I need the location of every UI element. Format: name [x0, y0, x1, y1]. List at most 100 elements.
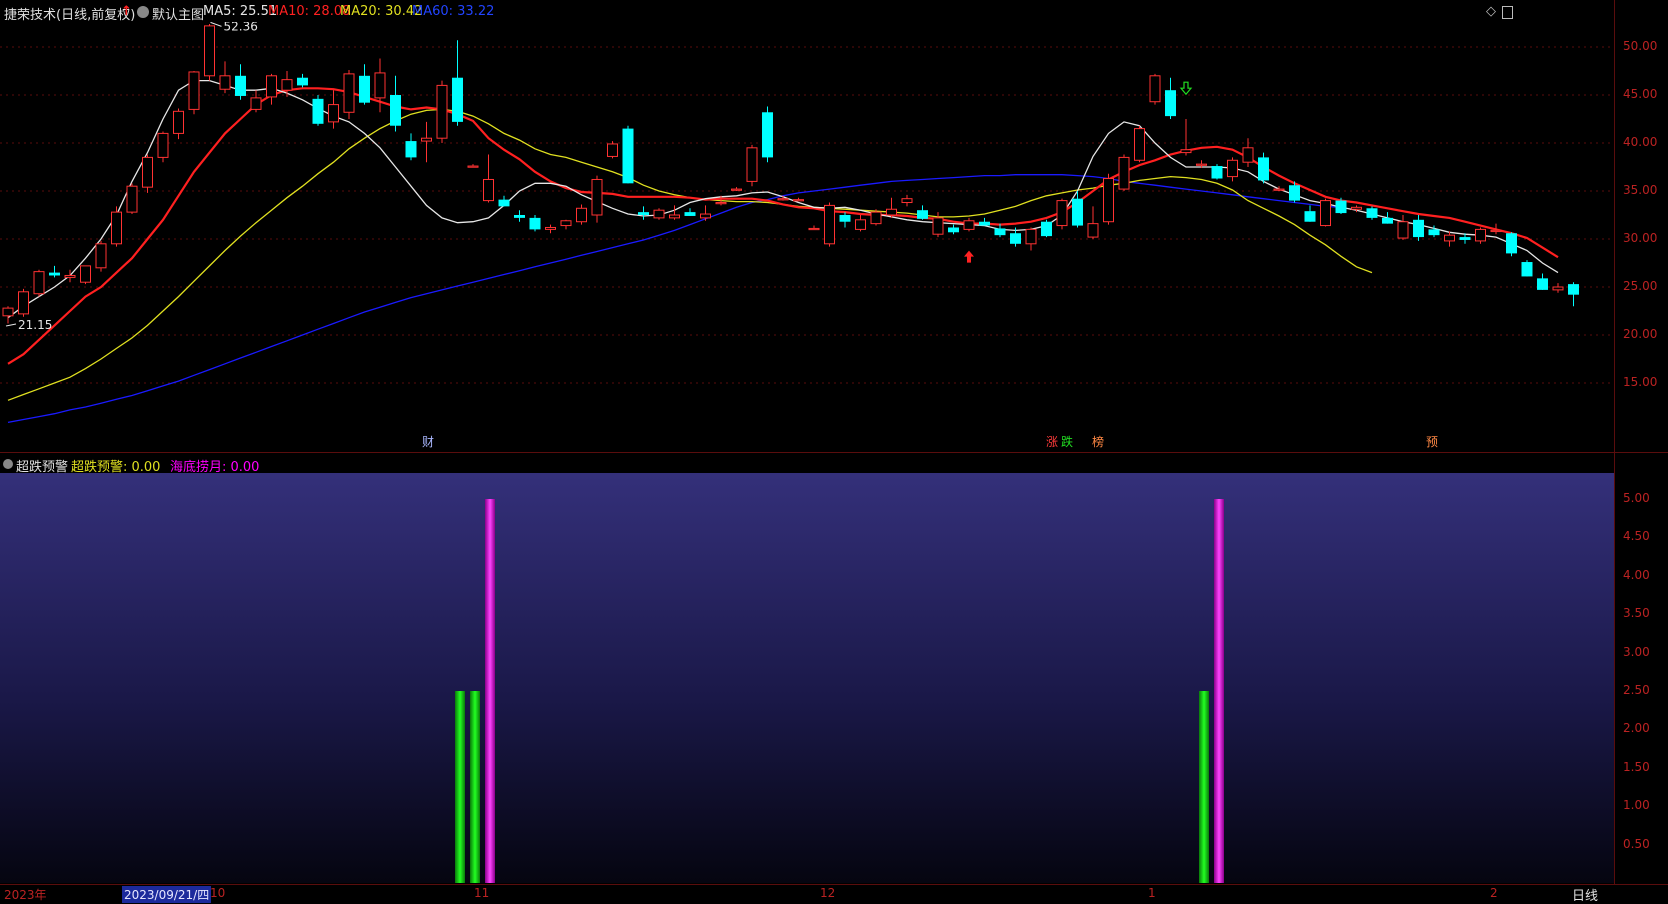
candle — [173, 108, 184, 140]
candle-body — [498, 199, 510, 207]
template-label[interactable]: 默认主图 — [152, 4, 204, 23]
candle-body — [421, 137, 432, 142]
candle-body — [746, 147, 758, 182]
chart-header: 捷荣技术(日线,前复权) ↑ 默认主图 MA5: 25.51 MA10: 28.… — [0, 0, 1614, 24]
candle — [95, 240, 107, 272]
candle — [1413, 215, 1424, 241]
candle — [1118, 154, 1130, 191]
candle — [870, 209, 882, 226]
candle — [1537, 273, 1548, 290]
candle-body — [157, 132, 169, 158]
candle — [1366, 206, 1378, 220]
candlestick-chart[interactable]: 52.36 21.15 财 涨跌 榜 预 — [0, 22, 1614, 452]
candle-body — [359, 75, 370, 103]
low-pointer — [5, 323, 17, 327]
candle — [436, 80, 448, 143]
candle-body — [1552, 286, 1564, 291]
candle-body — [312, 98, 324, 124]
candle — [1397, 215, 1409, 240]
candle — [731, 187, 742, 191]
haidi-bar — [1214, 499, 1224, 883]
indicator-tick: 4.50 — [1623, 529, 1650, 544]
candle-body — [963, 220, 975, 230]
candle — [901, 194, 913, 207]
candle — [235, 64, 246, 100]
window-toggle-icon[interactable] — [1502, 6, 1513, 19]
indicator-tick: 3.00 — [1623, 644, 1650, 659]
indicator-chart[interactable] — [0, 473, 1614, 883]
candle — [1506, 232, 1517, 257]
candle-body — [204, 25, 215, 77]
candle — [49, 265, 60, 278]
candle-body — [390, 95, 401, 126]
candle — [1552, 283, 1564, 293]
diamond-icon[interactable]: ◇ — [1486, 4, 1496, 19]
candle — [669, 205, 680, 220]
candle — [576, 204, 587, 225]
candle — [219, 61, 231, 94]
candle — [157, 131, 169, 163]
candle — [1103, 173, 1114, 225]
candle — [824, 202, 835, 247]
candle-body — [715, 202, 727, 205]
candle-body — [1103, 178, 1114, 223]
template-menu-icon[interactable] — [137, 6, 149, 18]
candle — [700, 205, 711, 221]
candle — [855, 215, 866, 232]
candle-body — [886, 208, 897, 216]
candle — [1149, 73, 1161, 105]
candle — [1227, 157, 1238, 182]
candle — [762, 106, 773, 163]
cursor-date: 2023/09/21/四 — [122, 886, 212, 903]
date-axis[interactable]: 2023年 2023/09/21/四 10 11 12 1 2 日线 — [0, 884, 1668, 904]
month-label-jan: 1 — [1148, 886, 1156, 900]
candle — [359, 64, 370, 105]
candle — [839, 212, 851, 228]
indicator-tick: 1.00 — [1623, 798, 1650, 813]
low-price-label: 21.15 — [18, 318, 52, 332]
candle — [421, 121, 432, 163]
candle — [948, 224, 959, 235]
candle-body — [731, 188, 742, 191]
candle — [250, 90, 262, 113]
candle — [1025, 227, 1037, 251]
candle — [1475, 227, 1486, 244]
restore-right-icon[interactable]: ↑ — [121, 4, 132, 19]
candle-body — [235, 75, 246, 96]
candle-body — [917, 210, 928, 219]
price-tick: 50.00 — [1623, 39, 1658, 53]
ma10-label: MA10: 28.08 — [268, 4, 351, 19]
candle — [963, 217, 975, 232]
candle-body — [653, 209, 665, 219]
period-button[interactable]: 日线 — [1572, 885, 1598, 904]
price-tick: 30.00 — [1623, 231, 1658, 245]
stock-title[interactable]: 捷荣技术(日线,前复权) — [4, 4, 135, 23]
candle — [1382, 212, 1393, 224]
candle-body — [1366, 208, 1378, 218]
candle-body — [576, 207, 587, 223]
candle-body — [95, 243, 107, 269]
candle-body — [1521, 262, 1533, 277]
candle-body — [126, 185, 138, 213]
candle — [111, 206, 122, 247]
price-axis[interactable]: 50.00 45.00 40.00 35.00 30.00 25.00 20.00 15.00… — [1614, 0, 1668, 884]
candle-body — [1304, 211, 1316, 222]
high-price-label: 52.36 — [224, 22, 258, 33]
price-tick: 20.00 — [1623, 327, 1658, 341]
candle — [793, 197, 804, 202]
candle-body — [839, 215, 851, 222]
indicator-tick: 2.00 — [1623, 721, 1650, 736]
candle-body — [948, 227, 959, 233]
indicator-menu-icon[interactable] — [3, 459, 13, 469]
candle — [204, 23, 215, 81]
candle-body — [436, 84, 448, 139]
candle — [266, 73, 277, 105]
price-tick: 25.00 — [1623, 279, 1658, 293]
candle-body — [855, 219, 866, 230]
warning-bar — [455, 691, 465, 883]
candle-body — [514, 215, 525, 218]
candle-body — [684, 212, 696, 216]
candle-body — [173, 110, 184, 134]
ma20-line — [7, 108, 1373, 401]
candle — [498, 195, 510, 207]
